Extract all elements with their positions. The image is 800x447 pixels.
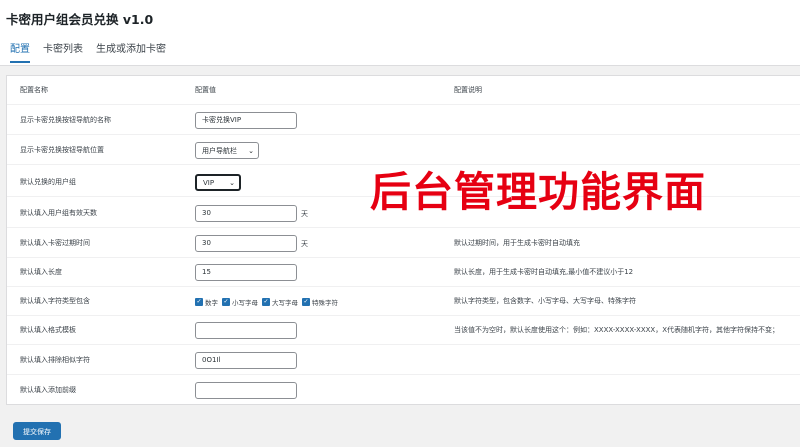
user-group-select[interactable]: VIP ⌄ (195, 174, 241, 191)
user-group-value: VIP (203, 178, 215, 187)
tab-generate-cards[interactable]: 生成或添加卡密 (96, 40, 166, 63)
checkmark-icon: ✓ (195, 297, 203, 306)
table-row: 默认填入添加前缀 (7, 376, 800, 405)
table-row: 显示卡密兑换按钮导航的名称 卡密兑换VIP (7, 106, 800, 135)
setting-label: 默认填入卡密过期时间 (20, 239, 90, 247)
checkmark-icon: ✓ (222, 297, 230, 306)
overlay-caption: 后台管理功能界面 (370, 168, 706, 216)
table-header: 配置名称 配置值 配置说明 (7, 76, 800, 105)
expire-days-input[interactable]: 30 (195, 235, 297, 252)
tab-card-list[interactable]: 卡密列表 (43, 40, 83, 63)
checkbox-uppercase[interactable]: ✓ 大写字母 (262, 297, 298, 307)
config-table: 配置名称 配置值 配置说明 显示卡密兑换按钮导航的名称 卡密兑换VIP 显示卡密… (6, 75, 800, 405)
checkbox-lowercase[interactable]: ✓ 小写字母 (222, 297, 258, 307)
length-input[interactable]: 15 (195, 264, 297, 281)
checkmark-icon: ✓ (262, 297, 270, 306)
setting-description: 当该值不为空时，默认长度使用这个：例如：XXXX-XXXX-XXXX，X代表随机… (454, 326, 779, 334)
format-template-input[interactable] (195, 322, 297, 339)
tab-config[interactable]: 配置 (10, 40, 30, 63)
nav-position-value: 用户导航栏 (202, 146, 237, 155)
column-header-value: 配置值 (195, 86, 216, 94)
table-row: 默认填入排除相似字符 0O1Il (7, 346, 800, 375)
checkbox-digits[interactable]: ✓ 数字 (195, 297, 218, 307)
table-row: 默认填入长度 15 默认长度，用于生成卡密时自动填充,最小值不建议小于12 (7, 258, 800, 287)
setting-label: 显示卡密兑换按钮导航的名称 (20, 116, 111, 124)
setting-description: 默认过期时间，用于生成卡密时自动填充 (454, 239, 580, 247)
setting-description: 默认长度，用于生成卡密时自动填充,最小值不建议小于12 (454, 268, 634, 276)
column-header-desc: 配置说明 (454, 86, 482, 94)
setting-label: 默认填入用户组有效天数 (20, 209, 97, 217)
setting-label: 默认填入长度 (20, 268, 62, 276)
column-header-name: 配置名称 (20, 86, 48, 94)
nav-name-input[interactable]: 卡密兑换VIP (195, 112, 297, 129)
setting-label: 默认填入添加前缀 (20, 386, 76, 394)
char-type-options: ✓ 数字 ✓ 小写字母 ✓ 大写字母 ✓ 特殊字符 (195, 297, 342, 307)
setting-label: 显示卡密兑换按钮导航位置 (20, 146, 104, 154)
setting-label: 默认填入字符类型包含 (20, 297, 90, 305)
setting-label: 默认填入格式模板 (20, 326, 76, 334)
checkbox-special[interactable]: ✓ 特殊字符 (302, 297, 338, 307)
chevron-down-icon: ⌄ (248, 146, 254, 155)
table-row: 默认填入卡密过期时间 30 天 默认过期时间，用于生成卡密时自动填充 (7, 229, 800, 258)
page-header: 卡密用户组会员兑换 v1.0 配置 卡密列表 生成或添加卡密 (0, 0, 800, 66)
setting-label: 默认兑换的用户组 (20, 178, 76, 186)
setting-label: 默认填入排除相似字符 (20, 356, 90, 364)
table-row: 默认填入字符类型包含 ✓ 数字 ✓ 小写字母 ✓ 大写字母 ✓ 特殊字符 默认字… (7, 287, 800, 316)
chevron-down-icon: ⌄ (229, 178, 235, 187)
valid-days-input[interactable]: 30 (195, 205, 297, 222)
table-row: 默认填入格式模板 当该值不为空时，默认长度使用这个：例如：XXXX-XXXX-X… (7, 316, 800, 345)
tab-bar: 配置 卡密列表 生成或添加卡密 (10, 40, 179, 63)
unit-label: 天 (301, 209, 308, 218)
unit-label: 天 (301, 239, 308, 248)
exclude-similar-input[interactable]: 0O1Il (195, 352, 297, 369)
nav-position-select[interactable]: 用户导航栏 ⌄ (195, 142, 259, 159)
prefix-input[interactable] (195, 382, 297, 399)
submit-button[interactable]: 提交保存 (13, 422, 61, 440)
page-title: 卡密用户组会员兑换 v1.0 (6, 12, 154, 27)
checkmark-icon: ✓ (302, 297, 310, 306)
setting-description: 默认字符类型，包含数字、小写字母、大写字母、特殊字符 (454, 297, 636, 305)
